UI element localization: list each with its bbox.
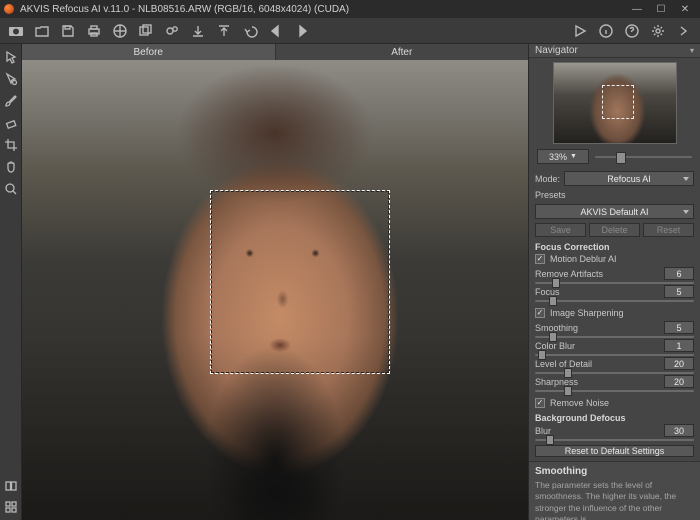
detail-slider[interactable] [535, 372, 694, 374]
open-file-icon[interactable] [32, 21, 52, 41]
sharpness-label: Sharpness [535, 377, 578, 387]
top-toolbar [0, 18, 700, 44]
help-icon[interactable] [622, 21, 642, 41]
zoom-select[interactable]: 33% ▼ [537, 149, 589, 164]
smoothing-value[interactable]: 5 [664, 321, 694, 334]
smoothing-slider[interactable] [535, 336, 694, 338]
remove-artifacts-slider[interactable] [535, 282, 694, 284]
preset-delete-button[interactable]: Delete [589, 223, 640, 237]
undo-icon[interactable] [240, 21, 260, 41]
bg-blur-value[interactable]: 30 [664, 424, 694, 437]
motion-deblur-checkbox[interactable] [535, 254, 545, 264]
image-sharpening-checkbox[interactable] [535, 308, 545, 318]
run-button-icon[interactable] [570, 21, 590, 41]
window-minimize-button[interactable]: — [626, 2, 648, 16]
image-canvas[interactable] [22, 60, 528, 520]
bg-blur-label: Blur [535, 426, 551, 436]
title-bar: AKVIS Refocus AI v.11.0 - NLB08516.ARW (… [0, 0, 700, 18]
focus-correction-title: Focus Correction [529, 239, 700, 252]
chevron-down-icon: ▼ [570, 153, 577, 160]
color-blur-label: Color Blur [535, 341, 575, 351]
hand-tool-icon[interactable] [2, 158, 20, 176]
motion-deblur-label: Motion Deblur AI [550, 254, 617, 264]
app-logo-icon [4, 4, 14, 14]
preset-select[interactable]: AKVIS Default AI [535, 204, 694, 219]
grid-view-icon[interactable] [2, 498, 20, 516]
remove-noise-checkbox[interactable] [535, 398, 545, 408]
tab-after[interactable]: After [276, 44, 529, 60]
focus-slider[interactable] [535, 300, 694, 302]
info-icon[interactable] [596, 21, 616, 41]
import-icon[interactable] [214, 21, 234, 41]
preset-save-button[interactable]: Save [535, 223, 586, 237]
batch-icon[interactable] [136, 21, 156, 41]
left-toolbox [0, 44, 22, 520]
remove-artifacts-value[interactable]: 6 [664, 267, 694, 280]
navigator-collapse-icon[interactable]: ▾ [690, 46, 694, 55]
preview-selection[interactable] [210, 190, 390, 374]
mode-label: Mode: [535, 174, 560, 184]
preferences-icon[interactable] [648, 21, 668, 41]
toolbar-chevron-icon[interactable] [674, 21, 694, 41]
camera-badge-icon[interactable] [6, 21, 26, 41]
focus-label: Focus [535, 287, 560, 297]
window-close-button[interactable]: ✕ [674, 2, 696, 16]
arrow-tool-icon[interactable] [2, 48, 20, 66]
zoom-tool-icon[interactable] [2, 180, 20, 198]
mode-select[interactable]: Refocus AI [564, 171, 694, 186]
sharpness-value[interactable]: 20 [664, 375, 694, 388]
color-blur-slider[interactable] [535, 354, 694, 356]
hint-body: The parameter sets the level of smoothne… [535, 480, 694, 520]
presets-label: Presets [535, 190, 566, 200]
publish-icon[interactable] [110, 21, 130, 41]
bg-defocus-title: Background Defocus [529, 410, 700, 423]
focus-value[interactable]: 5 [664, 285, 694, 298]
zoom-slider[interactable] [595, 156, 692, 158]
brush-tool-icon[interactable] [2, 92, 20, 110]
sharpness-slider[interactable] [535, 390, 694, 392]
window-title: AKVIS Refocus AI v.11.0 - NLB08516.ARW (… [20, 4, 349, 15]
smoothing-label: Smoothing [535, 323, 578, 333]
navigator-selection[interactable] [602, 85, 634, 119]
export-icon[interactable] [188, 21, 208, 41]
zoom-value: 33% [549, 152, 567, 162]
quick-select-tool-icon[interactable] [2, 70, 20, 88]
print-icon[interactable] [84, 21, 104, 41]
settings-panel: Navigator ▾ 33% ▼ Mode: Refocus AI Prese… [528, 44, 700, 520]
save-file-icon[interactable] [58, 21, 78, 41]
bg-blur-slider[interactable] [535, 439, 694, 441]
nav-next-icon[interactable] [292, 21, 312, 41]
hint-title: Smoothing [535, 466, 694, 477]
preset-reset-button[interactable]: Reset [643, 223, 694, 237]
navigator-title: Navigator [535, 45, 578, 56]
canvas-area: Before After [22, 44, 528, 520]
color-blur-value[interactable]: 1 [664, 339, 694, 352]
tab-before[interactable]: Before [22, 44, 276, 60]
remove-artifacts-label: Remove Artifacts [535, 269, 603, 279]
detail-value[interactable]: 20 [664, 357, 694, 370]
navigator-thumbnail[interactable] [553, 62, 677, 144]
image-sharpening-label: Image Sharpening [550, 308, 624, 318]
compare-view-icon[interactable] [2, 477, 20, 495]
remove-noise-label: Remove Noise [550, 398, 609, 408]
double-gear-icon[interactable] [162, 21, 182, 41]
window-maximize-button[interactable]: ☐ [650, 2, 672, 16]
nav-prev-icon[interactable] [266, 21, 286, 41]
crop-tool-icon[interactable] [2, 136, 20, 154]
eraser-tool-icon[interactable] [2, 114, 20, 132]
reset-defaults-button[interactable]: Reset to Default Settings [535, 445, 694, 457]
detail-label: Level of Detail [535, 359, 592, 369]
